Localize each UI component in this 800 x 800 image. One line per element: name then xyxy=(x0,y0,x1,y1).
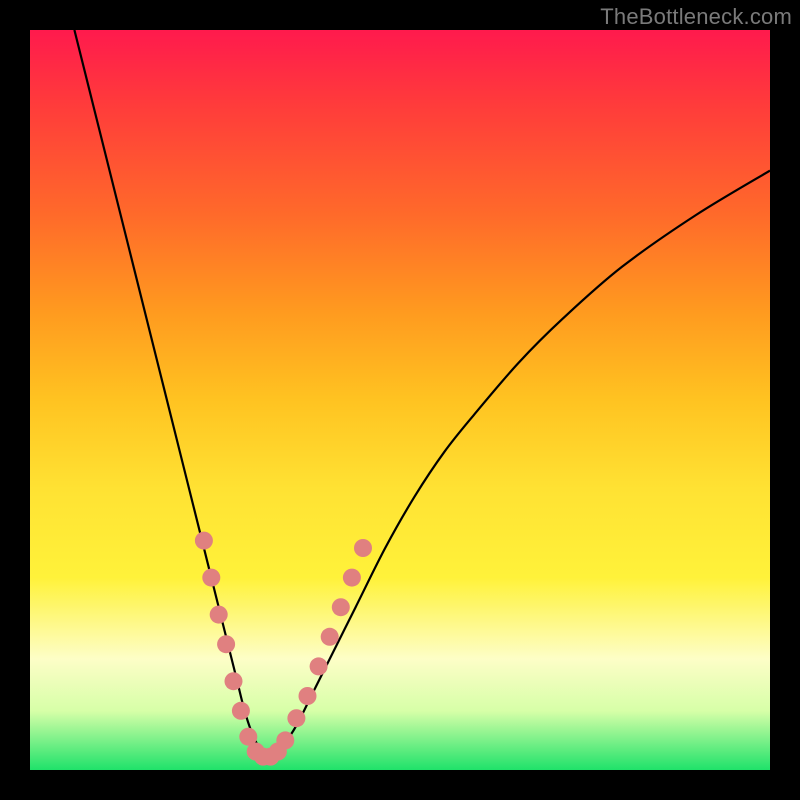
data-marker xyxy=(310,657,328,675)
data-marker xyxy=(321,628,339,646)
chart-svg xyxy=(30,30,770,770)
marker-group xyxy=(195,532,372,766)
data-marker xyxy=(232,702,250,720)
plot-area xyxy=(30,30,770,770)
bottleneck-curve xyxy=(74,30,770,756)
data-marker xyxy=(210,606,228,624)
watermark-text: TheBottleneck.com xyxy=(600,4,792,30)
chart-frame: TheBottleneck.com xyxy=(0,0,800,800)
data-marker xyxy=(332,598,350,616)
data-marker xyxy=(354,539,372,557)
data-marker xyxy=(217,635,235,653)
data-marker xyxy=(202,569,220,587)
data-marker xyxy=(343,569,361,587)
data-marker xyxy=(299,687,317,705)
data-marker xyxy=(287,709,305,727)
data-marker xyxy=(195,532,213,550)
data-marker xyxy=(276,731,294,749)
data-marker xyxy=(225,672,243,690)
